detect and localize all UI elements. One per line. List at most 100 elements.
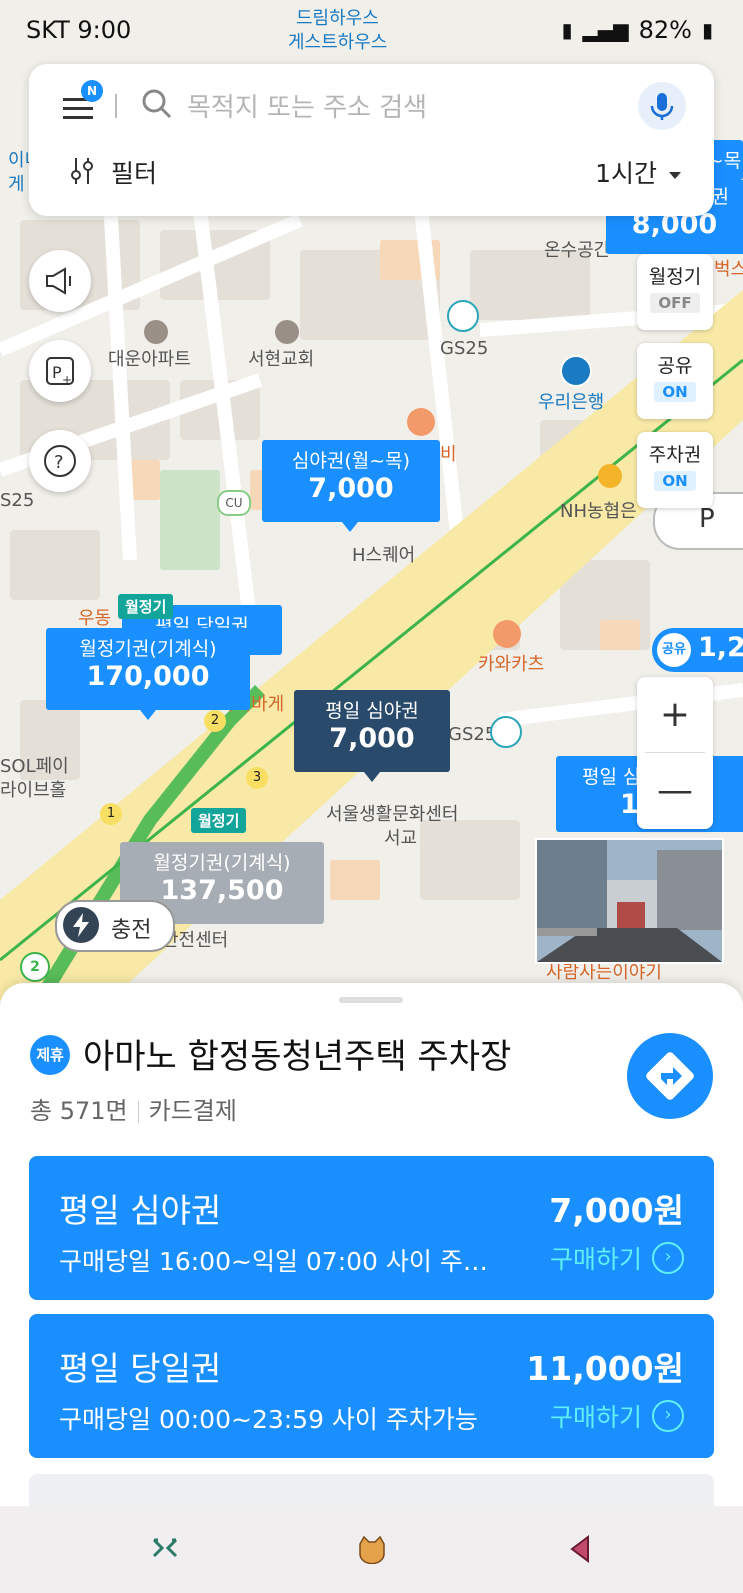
parking-detail-sheet: 제휴 아마노 합정동청년주택 주차장 총 571면 카드결제 평일 심야권 7,0… xyxy=(0,983,743,1506)
battery-icon: ▮ xyxy=(701,18,713,42)
back-icon[interactable] xyxy=(568,1534,592,1564)
subway-exit-icon: 3 xyxy=(246,767,268,789)
restaurant-icon xyxy=(493,620,521,648)
megaphone-icon xyxy=(46,267,71,295)
ticket-name: 평일 당일권 xyxy=(59,1349,222,1388)
marker-title: 월정기권(기계식) xyxy=(153,852,291,874)
toggle-label: 공유 xyxy=(657,355,693,377)
time-value: 1시간 xyxy=(595,159,657,188)
buy-button[interactable]: 구매하기 › xyxy=(550,1398,684,1434)
marker-price: 7,000 xyxy=(308,473,394,504)
partner-badge: 제휴 xyxy=(30,1035,70,1075)
street-view-thumbnail[interactable] xyxy=(535,838,724,964)
toggle-ticket[interactable]: 주차권 ON xyxy=(637,432,713,508)
divider xyxy=(115,94,117,118)
system-nav-bar xyxy=(0,1506,743,1593)
poi-label: SOL페이 xyxy=(0,756,69,777)
ticket-card[interactable]: 평일 당일권 11,000원 구매당일 00:00~23:59 사이 주차가능 … xyxy=(29,1314,714,1458)
marker-title: 월정기권(기계식) xyxy=(79,638,217,660)
parking-marker[interactable]: 심야권(월~목) 7,000 xyxy=(262,440,440,522)
share-badge: 공유 xyxy=(657,633,691,667)
directions-button[interactable] xyxy=(627,1033,713,1119)
parking-lot-name: 아마노 합정동청년주택 주차장 xyxy=(83,1037,512,1077)
building-icon xyxy=(144,320,168,344)
voice-search-button[interactable] xyxy=(638,82,686,130)
poi-label: GS25 xyxy=(440,338,489,359)
restaurant-icon xyxy=(407,408,435,436)
announcement-button[interactable] xyxy=(29,250,91,312)
lightning-icon xyxy=(63,907,99,943)
marker-pointer xyxy=(364,772,380,782)
ticket-name: 평일 심야권 xyxy=(59,1191,222,1230)
poi-label: GS25 xyxy=(448,724,497,745)
charge-label: 충전 xyxy=(111,918,152,943)
search-icon xyxy=(142,89,172,119)
home-icon[interactable] xyxy=(356,1534,388,1564)
toggle-label: 주차권 xyxy=(648,444,702,466)
poi-label: S25 xyxy=(0,490,35,511)
status-bar: SKT 9:00 ▮ ▂▄▆ 82% ▮ xyxy=(0,0,743,60)
filter-icon[interactable] xyxy=(67,156,97,186)
parking-marker[interactable]: 월정기권(기계식) 170,000 xyxy=(46,628,250,710)
buy-button[interactable]: 구매하기 › xyxy=(550,1240,684,1276)
battery-percent: 82% xyxy=(638,16,692,44)
help-button[interactable]: ? xyxy=(29,430,91,492)
zoom-control: + — xyxy=(637,677,713,829)
marker-pointer xyxy=(140,710,156,720)
monthly-tag: 월정기 xyxy=(191,808,247,833)
street-view-image xyxy=(537,840,722,962)
ticket-price: 11,000원 xyxy=(526,1349,684,1388)
toggle-label: 월정기 xyxy=(648,266,702,288)
search-input[interactable] xyxy=(185,84,649,132)
subway-exit-icon: 2 xyxy=(204,710,226,732)
carrier-time: SKT 9:00 xyxy=(26,16,132,44)
ticket-description: 구매당일 00:00~23:59 사이 주차가능 xyxy=(59,1405,478,1434)
poi-label: 우동 xyxy=(78,608,112,629)
buy-label: 구매하기 xyxy=(549,1245,642,1274)
svg-text:+: + xyxy=(62,373,72,387)
poi-label: 게 xyxy=(8,174,25,195)
poi-label: 서울생활문화센터 xyxy=(326,804,459,825)
recent-apps-icon[interactable] xyxy=(150,1534,180,1564)
filter-row: 필터 1시간 xyxy=(67,150,681,196)
monthly-tag: 월정기 xyxy=(118,594,174,619)
parking-marker-selected[interactable]: 평일 심야권 7,000 xyxy=(294,690,450,772)
signal-icon: ▂▄▆ xyxy=(582,18,629,42)
parking-lot-info: 총 571면 카드결제 xyxy=(30,1091,237,1126)
time-dropdown[interactable]: 1시간 xyxy=(595,154,681,190)
marker-price: 7,000 xyxy=(329,723,415,754)
poi-label: 서현교회 xyxy=(248,349,315,370)
add-parking-button[interactable]: P + xyxy=(29,340,91,402)
zoom-in-button[interactable]: + xyxy=(637,677,713,752)
poi-label: NH농협은 xyxy=(560,501,637,522)
chevron-right-icon: › xyxy=(652,1400,684,1432)
ticket-card[interactable]: 평일 심야권 7,000원 구매당일 16:00~익일 07:00 사이 주… … xyxy=(29,1156,714,1300)
directions-icon xyxy=(646,1052,694,1100)
cu-icon: CU xyxy=(217,490,251,516)
marker-price: 1,2 xyxy=(698,632,743,663)
share-marker[interactable]: 공유 1,2 xyxy=(652,628,743,672)
toggle-state: ON xyxy=(654,382,696,402)
subway-exit-icon: 1 xyxy=(100,803,122,825)
svg-text:?: ? xyxy=(54,452,64,473)
drag-handle[interactable] xyxy=(339,997,403,1003)
marker-title: 심야권(월~목) xyxy=(291,450,411,472)
zoom-out-button[interactable]: — xyxy=(637,753,713,828)
parking-plus-icon: P + xyxy=(46,357,74,387)
poi-label: 비 xyxy=(440,444,457,465)
poi-label: 라이브홀 xyxy=(0,780,67,801)
bank-icon xyxy=(598,464,622,488)
toggle-share[interactable]: 공유 ON xyxy=(637,343,713,419)
ticket-price: 7,000원 xyxy=(549,1191,684,1230)
poi-label: 우리은행 xyxy=(538,392,605,413)
toggle-monthly[interactable]: 월정기 OFF xyxy=(637,254,713,330)
poi-label: 카와카츠 xyxy=(478,654,545,675)
filter-button[interactable]: 필터 xyxy=(111,154,157,190)
question-icon: ? xyxy=(44,445,76,477)
toggle-state: ON xyxy=(654,471,696,491)
ev-charger-marker[interactable]: 충전 xyxy=(55,900,175,952)
bank-icon xyxy=(560,355,592,387)
poi-label: 대운아파트 xyxy=(108,349,191,370)
search-card: N 필터 1시간 xyxy=(29,64,714,216)
convenience-store-icon xyxy=(447,300,479,332)
